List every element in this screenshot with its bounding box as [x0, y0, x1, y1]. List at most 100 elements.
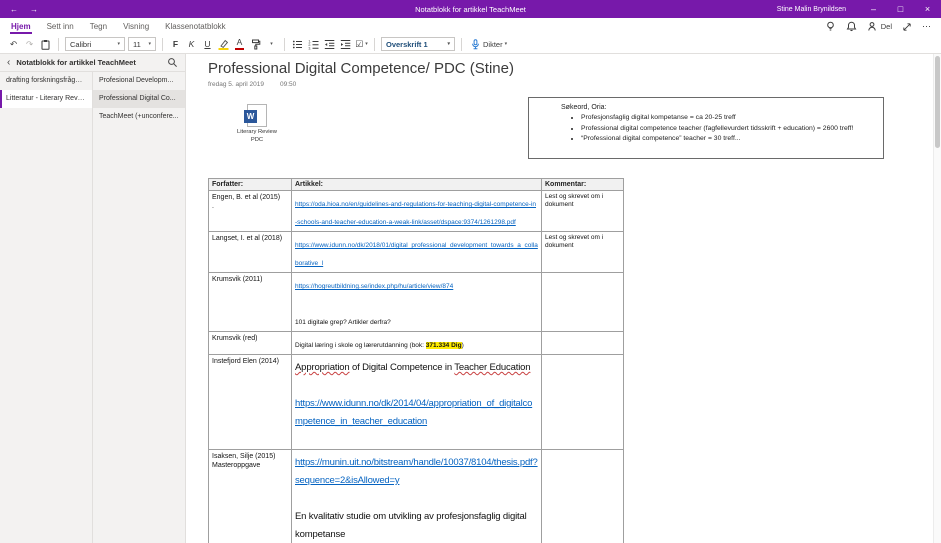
minimize-button[interactable]: –	[860, 0, 887, 18]
svg-text:3.: 3.	[308, 46, 311, 50]
page-time: 09:50	[280, 81, 296, 88]
onenote-app: ← → Notatblokk for artikkel TeachMeet St…	[0, 0, 941, 543]
outdent-button[interactable]	[323, 37, 336, 52]
comment-cell[interactable]: Lest og skrevet om i dokument	[542, 191, 624, 232]
fullscreen-icon[interactable]	[902, 22, 912, 32]
article-link[interactable]: https://hogreutbildning.se/index.php/hu/…	[295, 283, 453, 290]
word-file-icon: W	[247, 104, 267, 127]
app-body: ‹ Notatblokk for artikkel TeachMeet draf…	[0, 54, 941, 543]
font-size-value: 11	[133, 40, 141, 49]
page-item[interactable]: Professional Digital Co...	[93, 90, 185, 108]
article-cell[interactable]: https://munin.uit.no/bitstream/handle/10…	[292, 450, 542, 543]
page-date: fredag 5. april 2019	[208, 81, 264, 88]
column-header: Kommentar:	[542, 179, 624, 191]
tab-tegn[interactable]: Tegn	[83, 19, 114, 34]
format-painter-button[interactable]	[249, 37, 262, 52]
close-button[interactable]: ×	[914, 0, 941, 18]
search-icon[interactable]	[167, 57, 178, 68]
sidebar-columns: drafting forskningsfrågor...Litteratur -…	[0, 71, 185, 543]
paste-button[interactable]	[39, 37, 52, 52]
article-cell[interactable]: Appropriation of Digital Competence in T…	[292, 355, 542, 450]
tab-sett-inn[interactable]: Sett inn	[40, 19, 81, 34]
font-color-letter: A	[237, 38, 243, 47]
highlight-button[interactable]	[217, 37, 230, 52]
ribbon-tabs: HjemSett innTegnVisningKlassenotatblokk	[0, 19, 233, 34]
tab-klassenotatblokk[interactable]: Klassenotatblokk	[158, 19, 232, 34]
scrollbar-thumb[interactable]	[935, 56, 940, 148]
notebook-name[interactable]: Notatblokk for artikkel TeachMeet	[16, 58, 161, 67]
article-cell[interactable]: https://hogreutbildning.se/index.php/hu/…	[292, 273, 542, 332]
author-cell[interactable]: Engen, B. et al (2015).	[209, 191, 292, 232]
section-item[interactable]: Litteratur - Literary Review	[0, 90, 92, 108]
pages-list: Profesional Developm...Professional Digi…	[93, 72, 185, 543]
more-formatting-dropdown[interactable]: ▾	[265, 37, 278, 52]
styles-select[interactable]: Overskrift 1 ▾	[381, 37, 455, 51]
page-item[interactable]: Profesional Developm...	[93, 72, 185, 90]
word-attachment[interactable]: W Literary Review PDC	[230, 104, 284, 144]
font-name-select[interactable]: Calibri ▾	[65, 37, 125, 51]
font-color-button[interactable]: A	[233, 37, 246, 52]
table-row: Isaksen, Silje (2015)Masteroppgavehttps:…	[209, 450, 624, 543]
titlebar: ← → Notatblokk for artikkel TeachMeet St…	[0, 0, 941, 18]
article-text: En kvalitativ studie om utvikling av pro…	[295, 511, 527, 540]
chevron-down-icon: ▾	[117, 42, 120, 47]
author-cell[interactable]: Krumsvik (red)	[209, 332, 292, 355]
author-cell[interactable]: Krumsvik (2011)	[209, 273, 292, 332]
section-item[interactable]: drafting forskningsfrågor...	[0, 72, 92, 90]
author-cell[interactable]: Langset, I. et al (2018)	[209, 232, 292, 273]
comment-cell[interactable]	[542, 450, 624, 543]
notebox-title: Søkeord, Oria:	[561, 104, 877, 111]
indent-button[interactable]	[339, 37, 352, 52]
page-title[interactable]: Professional Digital Competence/ PDC (St…	[208, 60, 514, 77]
column-header: Artikkel:	[292, 179, 542, 191]
comment-cell[interactable]	[542, 355, 624, 450]
font-color-icon: A	[235, 38, 244, 50]
comment-cell[interactable]	[542, 273, 624, 332]
share-person-icon	[867, 21, 878, 32]
comment-cell[interactable]: Lest og skrevet om i dokument	[542, 232, 624, 273]
article-cell[interactable]: https://oda.hioa.no/en/guidelines-and-re…	[292, 191, 542, 232]
author-cell[interactable]: Instefjord Elen (2014)	[209, 355, 292, 450]
titlebar-nav: ← →	[0, 5, 38, 14]
author-cell[interactable]: Isaksen, Silje (2015)Masteroppgave	[209, 450, 292, 543]
page-canvas[interactable]: Professional Digital Competence/ PDC (St…	[186, 54, 933, 543]
font-color-swatch	[235, 48, 244, 50]
nav-forward-icon[interactable]: →	[30, 5, 38, 14]
article-text	[295, 301, 297, 308]
vertical-scrollbar[interactable]	[933, 54, 941, 543]
todo-tag-button[interactable]: ☑ ▾	[355, 37, 368, 52]
chevron-down-icon: ▾	[148, 42, 151, 47]
tab-hjem[interactable]: Hjem	[4, 19, 38, 34]
article-link[interactable]: https://www.idunn.no/dk/2018/01/digital_…	[295, 242, 538, 267]
notifications-bell-icon[interactable]	[846, 21, 857, 32]
underline-button[interactable]: U	[201, 37, 214, 52]
article-cell[interactable]: Digital læring i skole og lærerutdanning…	[292, 332, 542, 355]
article-link[interactable]: https://munin.uit.no/bitstream/handle/10…	[295, 457, 538, 486]
article-link[interactable]: https://oda.hioa.no/en/guidelines-and-re…	[295, 201, 536, 226]
search-keywords-notebox[interactable]: Søkeord, Oria: Profesjonsfaglig digital …	[528, 97, 884, 159]
article-cell[interactable]: https://www.idunn.no/dk/2018/01/digital_…	[292, 232, 542, 273]
undo-button[interactable]: ↶	[7, 37, 20, 52]
more-options-icon[interactable]: ⋯	[922, 21, 931, 32]
numbered-list-button[interactable]: 1.2.3.	[307, 37, 320, 52]
nav-back-icon[interactable]: ←	[10, 5, 18, 14]
restore-button[interactable]: □	[887, 0, 914, 18]
article-text	[295, 493, 298, 504]
italic-button[interactable]: K	[185, 37, 198, 52]
font-size-select[interactable]: 11 ▾	[128, 37, 156, 51]
share-button[interactable]: Del	[867, 21, 892, 32]
comment-cell[interactable]	[542, 332, 624, 355]
bullet-list-button[interactable]	[291, 37, 304, 52]
tab-visning[interactable]: Visning	[116, 19, 156, 34]
page-item[interactable]: TeachMeet (+unconfere...	[93, 108, 185, 126]
redo-button[interactable]: ↷	[23, 37, 36, 52]
notes-table-head: Forfatter:Artikkel:Kommentar:	[209, 179, 624, 191]
back-chevron-icon[interactable]: ‹	[7, 58, 10, 68]
ideas-lightbulb-icon[interactable]	[825, 21, 836, 32]
column-header: Forfatter:	[209, 179, 292, 191]
bold-button[interactable]: F	[169, 37, 182, 52]
article-text: 371.334 Dig	[426, 342, 462, 349]
dictate-button[interactable]: Dikter ▾	[470, 37, 507, 52]
article-link[interactable]: https://www.idunn.no/dk/2014/04/appropri…	[295, 398, 532, 427]
article-text: Appropriation	[295, 362, 350, 373]
